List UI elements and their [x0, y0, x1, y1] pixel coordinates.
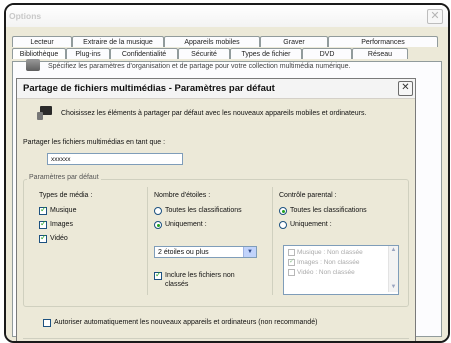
tab-types-de-fichier[interactable]: Types de fichier	[230, 48, 302, 59]
tab-appareils-mobiles[interactable]: Appareils mobiles	[164, 36, 260, 47]
stars-all-label: Toutes les classifications	[165, 207, 242, 214]
dialog-title: Partage de fichiers multimédias - Paramè…	[23, 83, 275, 94]
column-separator	[147, 187, 148, 295]
music-label: Musique	[50, 207, 77, 214]
options-description: Spécifiez les paramètres d'organisation …	[48, 63, 351, 70]
list-item-label: Vidéo : Non classée	[297, 269, 355, 277]
options-title: Options	[9, 11, 42, 21]
list-item-checkbox[interactable]	[288, 269, 295, 276]
chevron-down-icon[interactable]: ▼	[243, 247, 256, 257]
include-unrated-label-line1: Inclure les fichiers non	[165, 272, 235, 279]
column-separator	[272, 187, 273, 295]
dialog-intro-text: Choisissez les éléments à partager par d…	[61, 110, 367, 117]
tab-dvd[interactable]: DVD	[302, 48, 352, 59]
tab-performances[interactable]: Performances	[328, 36, 438, 47]
scroll-up-icon[interactable]: ▲	[390, 247, 397, 254]
options-close-icon[interactable]: ✕	[427, 9, 443, 24]
list-item[interactable]: Vidéo : Non classée	[288, 269, 355, 276]
media-sharing-defaults-dialog: Partage de fichiers multimédias - Paramè…	[16, 78, 416, 341]
video-label: Vidéo	[50, 235, 68, 242]
parental-title: Contrôle parental :	[279, 192, 337, 199]
music-checkbox[interactable]	[39, 205, 47, 215]
images-label: Images	[50, 221, 73, 228]
list-item[interactable]: Images : Non classée	[288, 257, 360, 267]
tab-plug-ins[interactable]: Plug-ins	[66, 48, 110, 59]
images-checkbox[interactable]	[39, 219, 47, 229]
share-name-input[interactable]: xxxxxx	[47, 153, 183, 165]
defaults-legend: Paramètres par défaut	[27, 174, 101, 181]
list-item[interactable]: Musique : Non classée	[288, 249, 363, 256]
stars-all-radio[interactable]	[154, 207, 162, 215]
tab-graver[interactable]: Graver	[260, 36, 328, 47]
include-unrated-label-line2: classés	[165, 281, 189, 288]
video-checkbox[interactable]	[39, 233, 47, 243]
parental-ratings-list[interactable]: Musique : Non classée Images : Non class…	[283, 245, 399, 295]
star-rating-value: 2 étoiles ou plus	[158, 249, 209, 256]
dialog-close-icon[interactable]: ✕	[398, 81, 413, 96]
tab-extraire-musique[interactable]: Extraire de la musique	[72, 36, 164, 47]
share-as-label: Partager les fichiers multimédias en tan…	[23, 139, 166, 146]
options-tabs-row2: Bibliothèque Plug-ins Confidentialité Sé…	[12, 48, 408, 60]
bottom-divider	[23, 338, 409, 339]
auto-allow-label: Autoriser automatiquement les nouveaux a…	[54, 319, 318, 326]
options-title-bar: Options ✕	[6, 5, 448, 27]
scroll-down-icon[interactable]: ▼	[390, 284, 397, 291]
parental-all-label: Toutes les classifications	[290, 207, 367, 214]
parental-all-radio[interactable]	[279, 207, 287, 215]
tab-securite[interactable]: Sécurité	[178, 48, 230, 59]
parental-only-label: Uniquement :	[290, 221, 332, 228]
list-item-label: Musique : Non classée	[297, 249, 363, 257]
auto-allow-checkbox[interactable]	[43, 319, 51, 327]
parental-only-radio[interactable]	[279, 221, 287, 229]
list-item-checkbox[interactable]	[288, 249, 295, 256]
tab-confidentialite[interactable]: Confidentialité	[110, 48, 178, 59]
screenshot-frame: Options ✕ Lecteur Extraire de la musique…	[4, 3, 450, 343]
media-types-title: Types de média :	[39, 192, 93, 199]
stars-only-label: Uniquement :	[165, 221, 207, 228]
tab-lecteur[interactable]: Lecteur	[12, 36, 72, 47]
options-tabs-row1: Lecteur Extraire de la musique Appareils…	[12, 36, 438, 48]
stars-only-radio[interactable]	[154, 221, 162, 229]
list-item-checkbox[interactable]	[288, 257, 295, 266]
list-scrollbar[interactable]: ▲ ▼	[388, 246, 398, 292]
include-unrated-checkbox[interactable]	[154, 270, 162, 280]
dialog-title-bar: Partage de fichiers multimédias - Paramè…	[17, 79, 415, 99]
star-rating-dropdown[interactable]: 2 étoiles ou plus ▼	[154, 246, 257, 258]
list-item-label: Images : Non classée	[297, 259, 360, 267]
library-icon	[26, 59, 40, 71]
devices-share-icon	[37, 106, 53, 120]
tab-reseau[interactable]: Réseau	[352, 48, 408, 59]
tab-bibliotheque[interactable]: Bibliothèque	[12, 48, 66, 59]
stars-title: Nombre d'étoiles :	[154, 192, 211, 199]
